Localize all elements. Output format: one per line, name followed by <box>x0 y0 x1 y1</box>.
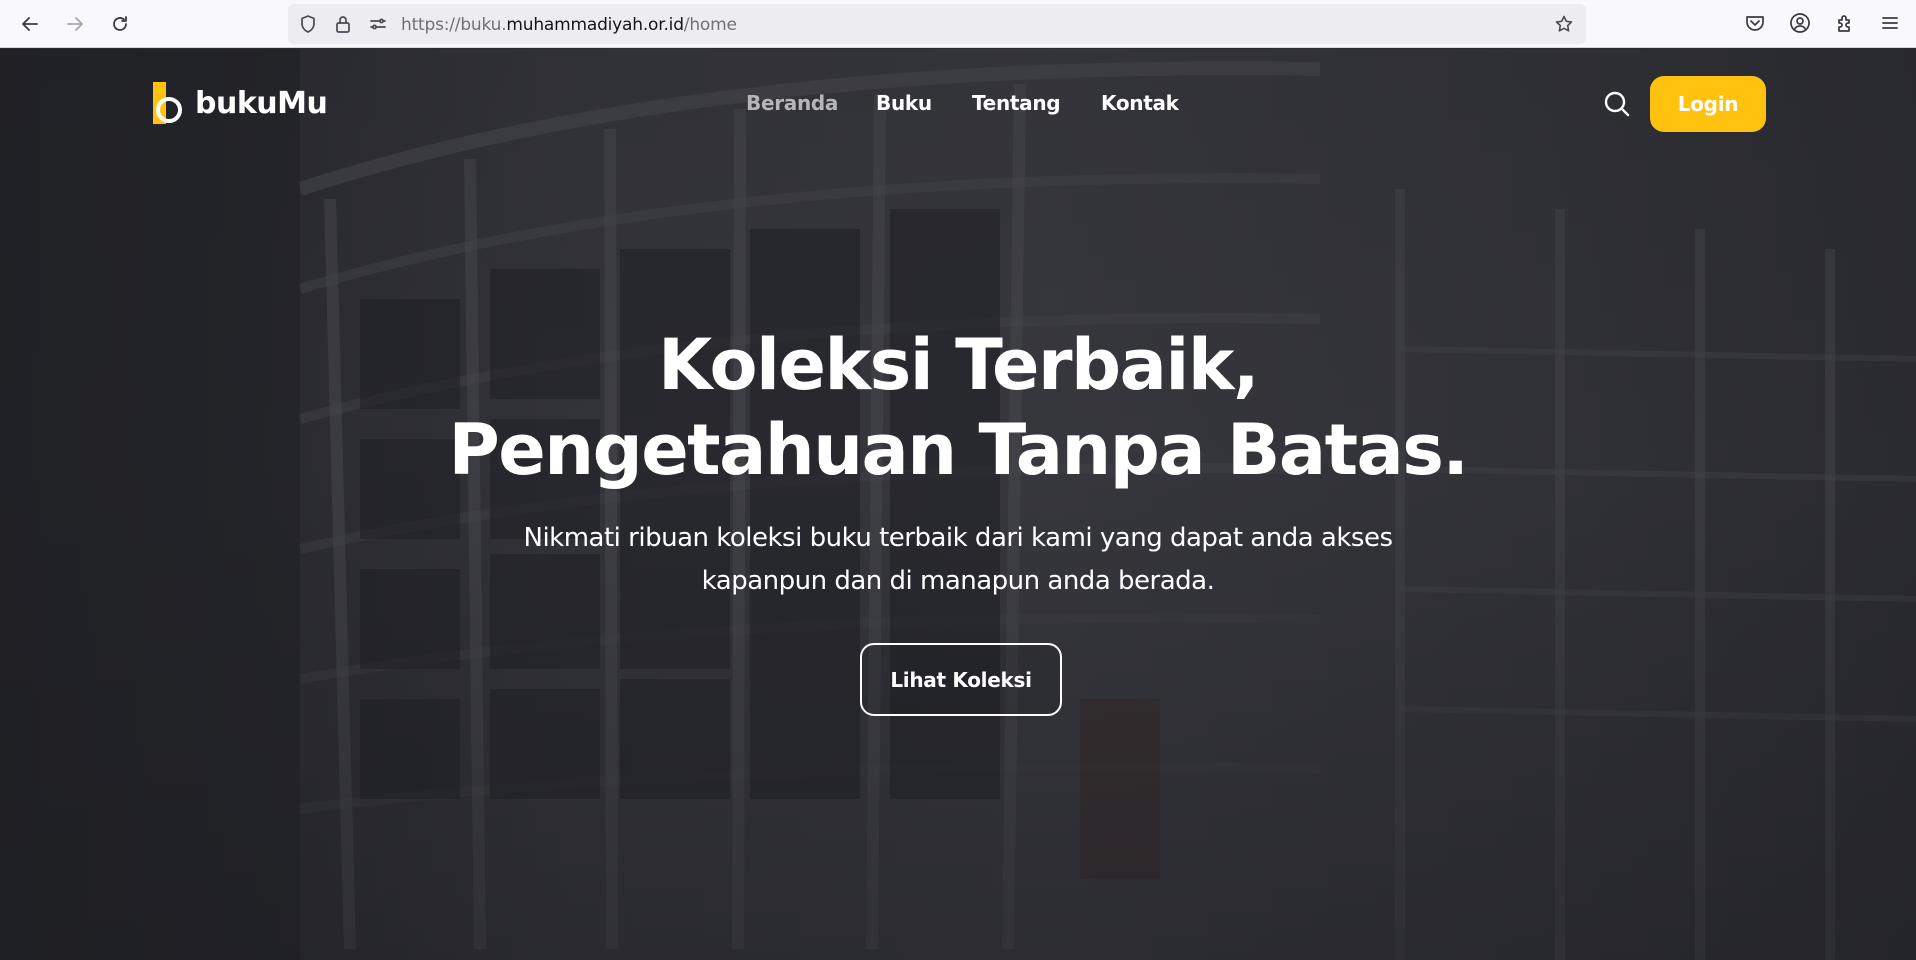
shield-icon[interactable] <box>298 14 318 34</box>
pocket-icon[interactable] <box>1744 12 1766 34</box>
address-bar[interactable]: https://buku.muhammadiyah.or.id/home <box>288 4 1586 44</box>
nav-item-beranda[interactable]: Beranda <box>746 91 838 115</box>
hero-title: Koleksi Terbaik, Pengetahuan Tanpa Batas… <box>0 323 1916 493</box>
hero-section: bukuMu Beranda Buku Tentang Kontak Login… <box>0 49 1916 960</box>
reload-icon[interactable] <box>105 9 135 39</box>
search-icon[interactable] <box>1603 90 1631 118</box>
nav-item-tentang[interactable]: Tentang <box>972 91 1061 115</box>
extensions-icon[interactable] <box>1834 12 1856 34</box>
forward-arrow-icon[interactable] <box>60 9 90 39</box>
login-button[interactable]: Login <box>1650 76 1766 132</box>
nav-item-buku[interactable]: Buku <box>876 91 932 115</box>
site-header: bukuMu Beranda Buku Tentang Kontak Login <box>0 49 1916 159</box>
bookmark-star-icon[interactable] <box>1554 14 1574 34</box>
hero-title-line1: Koleksi Terbaik, <box>657 324 1260 406</box>
hero-title-line2: Pengetahuan Tanpa Batas. <box>448 409 1469 491</box>
account-icon[interactable] <box>1789 12 1811 34</box>
permissions-icon[interactable] <box>368 14 388 34</box>
lock-icon[interactable] <box>333 14 353 34</box>
lihat-koleksi-button[interactable]: Lihat Koleksi <box>860 643 1062 716</box>
menu-hamburger-icon[interactable] <box>1879 12 1901 34</box>
hero-subtitle: Nikmati ribuan koleksi buku terbaik dari… <box>470 517 1446 603</box>
nav-item-kontak[interactable]: Kontak <box>1101 91 1179 115</box>
browser-toolbar: https://buku.muhammadiyah.or.id/home <box>0 0 1916 48</box>
url-text: https://buku.muhammadiyah.or.id/home <box>401 15 737 35</box>
hero-subtitle-line2: kapanpun dan di manapun anda berada. <box>701 566 1215 596</box>
hero-subtitle-line1: Nikmati ribuan koleksi buku terbaik dari… <box>523 523 1393 553</box>
hero-overlay <box>0 49 1916 960</box>
back-arrow-icon[interactable] <box>15 9 45 39</box>
